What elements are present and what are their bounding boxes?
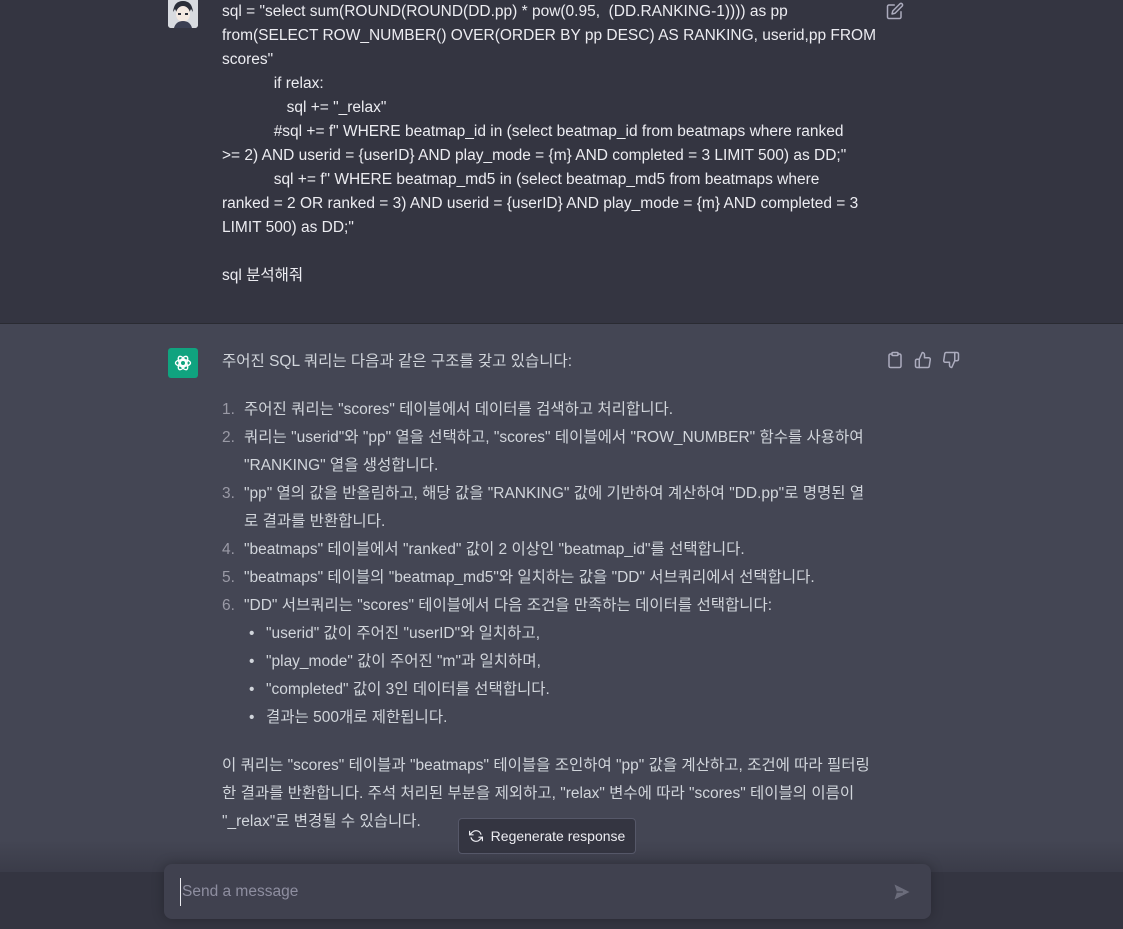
edit-icon[interactable] — [886, 2, 904, 20]
thumbs-up-icon[interactable] — [914, 351, 932, 369]
list-item: "DD" 서브쿼리는 "scores" 테이블에서 다음 조건을 만족하는 데이… — [222, 592, 872, 732]
user-avatar — [168, 0, 198, 28]
assistant-message: 주어진 SQL 쿼리는 다음과 같은 구조를 갖고 있습니다: 주어진 쿼리는 … — [0, 324, 1123, 884]
message-input[interactable] — [180, 878, 884, 906]
user-message-line: sql += "_relax" — [222, 99, 387, 116]
sub-list-item: "play_mode" 값이 주어진 "m"과 일치하며, — [249, 648, 872, 676]
user-message-line: >= 2) AND userid = {userID} AND play_mod… — [222, 147, 847, 164]
user-message-line: from(SELECT ROW_NUMBER() OVER(ORDER BY p… — [222, 27, 876, 44]
analysis-steps-list: 주어진 쿼리는 "scores" 테이블에서 데이터를 검색하고 처리합니다. … — [222, 396, 872, 732]
conditions-sublist: "userid" 값이 주어진 "userID"와 일치하고, "play_mo… — [244, 620, 872, 732]
send-icon[interactable] — [892, 882, 912, 902]
sub-list-item: 결과는 500개로 제한됩니다. — [249, 704, 872, 732]
chat-page: sql = "select sum(ROUND(ROUND(DD.pp) * p… — [0, 0, 1123, 929]
regenerate-label: Regenerate response — [490, 828, 626, 844]
user-message-line: scores" — [222, 51, 274, 68]
user-message-line: ranked = 2 OR ranked = 3) AND userid = {… — [222, 195, 859, 212]
list-item: 주어진 쿼리는 "scores" 테이블에서 데이터를 검색하고 처리합니다. — [222, 396, 674, 424]
regenerate-response-button[interactable]: Regenerate response — [458, 818, 636, 854]
user-message-line: sql = "select sum(ROUND(ROUND(DD.pp) * p… — [222, 3, 788, 20]
list-item-text: "DD" 서브쿼리는 "scores" 테이블에서 다음 조건을 만족하는 데이… — [244, 597, 773, 614]
sub-list-item: "completed" 값이 3인 데이터를 선택합니다. — [249, 676, 872, 704]
user-message: sql = "select sum(ROUND(ROUND(DD.pp) * p… — [0, 0, 1123, 324]
user-message-line: if relax: — [222, 75, 324, 92]
user-message-line: LIMIT 500) as DD;" — [222, 219, 354, 236]
user-message-line: sql 분석해줘 — [222, 267, 304, 284]
assistant-message-text: 주어진 SQL 쿼리는 다음과 같은 구조를 갖고 있습니다: 주어진 쿼리는 … — [222, 348, 872, 836]
clipboard-icon[interactable] — [886, 351, 904, 369]
thumbs-down-icon[interactable] — [942, 351, 960, 369]
list-item: "pp" 열의 값을 반올림하고, 해당 값을 "RANKING" 값에 기반하… — [222, 480, 865, 530]
list-item: "beatmaps" 테이블에서 "ranked" 값이 2 이상인 "beat… — [222, 536, 745, 564]
list-item: 쿼리는 "userid"와 "pp" 열을 선택하고, "scores" 테이블… — [222, 424, 864, 474]
user-message-line: #sql += f" WHERE beatmap_id in (select b… — [222, 123, 844, 140]
openai-logo-icon — [168, 348, 198, 378]
message-actions — [886, 351, 960, 369]
assistant-intro: 주어진 SQL 쿼리는 다음과 같은 구조를 갖고 있습니다: — [222, 353, 573, 370]
user-message-line — [222, 240, 877, 264]
sub-list-item: "userid" 값이 주어진 "userID"와 일치하고, — [249, 620, 872, 648]
message-composer — [164, 864, 931, 919]
list-item: "beatmaps" 테이블의 "beatmap_md5"와 일치하는 값을 "… — [222, 564, 815, 592]
user-message-text: sql = "select sum(ROUND(ROUND(DD.pp) * p… — [222, 0, 877, 288]
refresh-icon — [468, 829, 483, 843]
user-message-line: sql += f" WHERE beatmap_md5 in (select b… — [222, 171, 820, 188]
